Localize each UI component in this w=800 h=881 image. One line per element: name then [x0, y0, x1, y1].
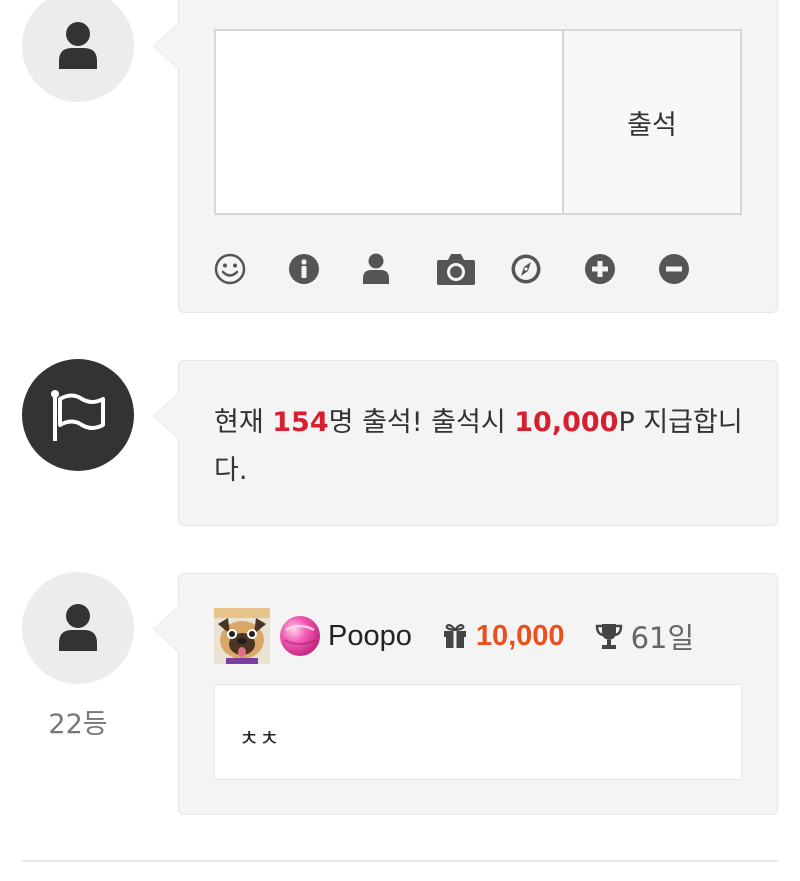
comment-textarea[interactable]: [216, 31, 564, 213]
notice-avatar: [22, 359, 134, 471]
emoticon-button[interactable]: [214, 246, 288, 292]
user-icon: [59, 22, 97, 69]
location-button[interactable]: [510, 246, 584, 292]
level-lollipop-icon: [280, 616, 320, 656]
flag-icon: [51, 390, 105, 441]
attendance-notice: 현재 154명 출석! 출석시 10,000P 지급합니다.: [153, 360, 778, 526]
comment-form: 출석: [153, 0, 778, 313]
entry-avatar: [22, 572, 134, 684]
comment-toolbar: [214, 246, 732, 292]
camera-icon: [437, 254, 475, 285]
photo-upload-button[interactable]: [436, 246, 510, 292]
minus-circle-icon: [659, 254, 689, 284]
plus-circle-icon: [585, 254, 615, 284]
attend-submit-button[interactable]: 출석: [564, 31, 740, 213]
attendance-count: 154: [272, 407, 329, 438]
entry-nickname[interactable]: Poopo: [328, 620, 412, 653]
expand-button[interactable]: [584, 246, 658, 292]
user-icon: [363, 253, 389, 284]
comment-input-row: 출석: [214, 29, 742, 215]
reward-points: 10,000: [514, 407, 619, 438]
smile-icon: [214, 253, 246, 285]
entry-meta: Poopo 10,000 61일: [214, 608, 694, 664]
collapse-button[interactable]: [658, 246, 732, 292]
info-icon: [289, 254, 319, 284]
gift-icon: [443, 624, 466, 648]
entry-message: ㅊㅊ: [214, 684, 742, 780]
info-button[interactable]: [288, 246, 362, 292]
entry-points: 10,000: [475, 619, 565, 652]
section-divider: [22, 860, 778, 862]
entry-rank: 22등: [48, 709, 108, 740]
trophy-icon: [595, 624, 622, 649]
user-mention-button[interactable]: [362, 246, 436, 292]
user-avatar: [22, 0, 134, 102]
compass-icon: [511, 254, 541, 284]
pug-profile-image[interactable]: [214, 608, 270, 664]
entry-streak-days: 61일: [630, 621, 695, 655]
attendance-notice-text: 현재 154명 출석! 출석시 10,000P 지급합니다.: [214, 407, 743, 486]
user-icon: [59, 604, 97, 651]
attendance-entry: Poopo 10,000 61일 ㅊㅊ: [153, 573, 778, 815]
